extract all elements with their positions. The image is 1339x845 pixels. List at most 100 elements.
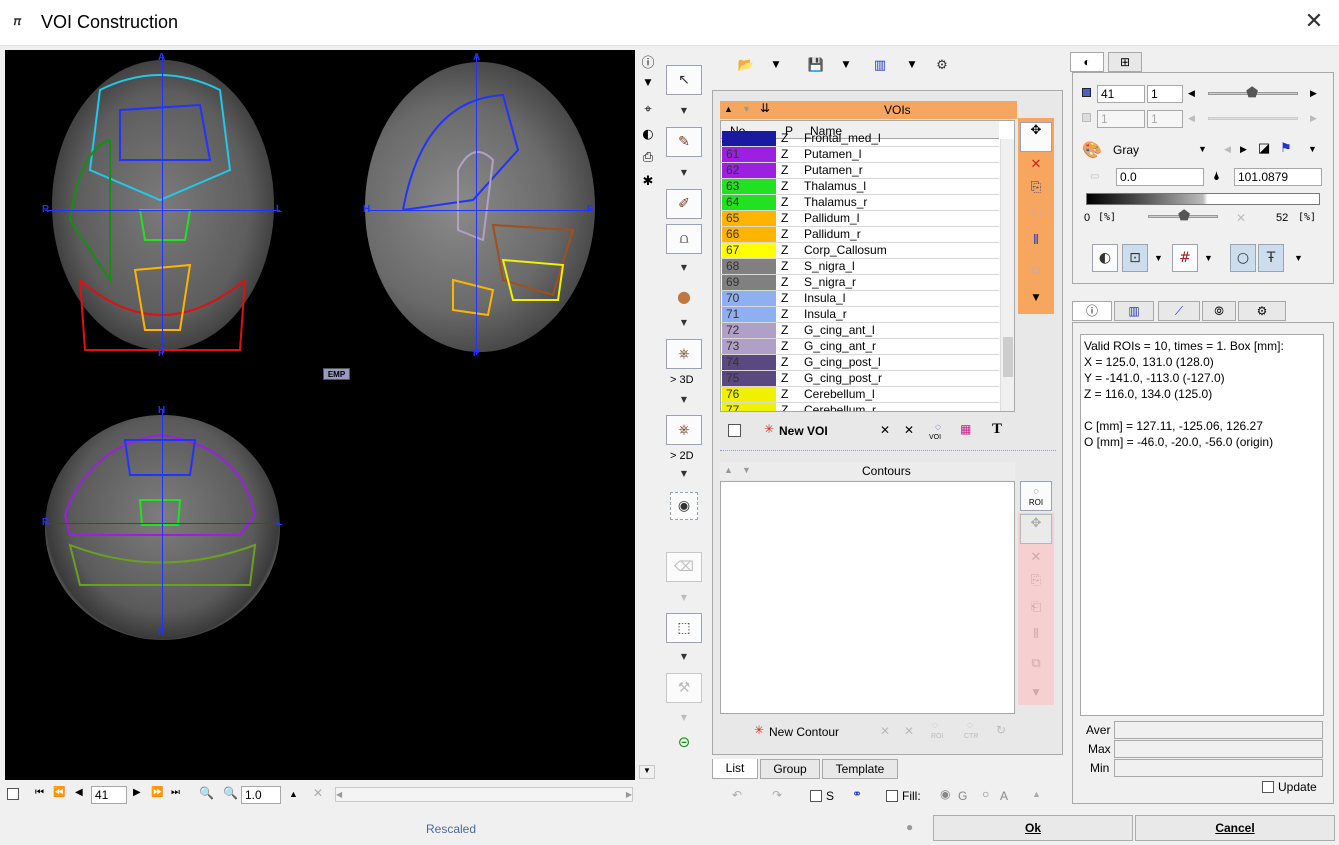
time-right-arrow[interactable]: ▶ xyxy=(1310,113,1317,124)
time-value-input[interactable]: 1 xyxy=(1097,110,1145,128)
morph-tool-button[interactable]: ⚒ xyxy=(666,673,702,703)
voi-name-cell[interactable]: G_cing_post_r xyxy=(804,371,882,386)
contour-stack-icon[interactable]: ⧉ xyxy=(1028,656,1044,671)
voi-table-row[interactable]: Z Frontal_med_l xyxy=(721,131,999,147)
voi-table-row[interactable]: 64 Z Thalamus_r xyxy=(721,195,999,211)
pct-reset-icon[interactable]: ✕ xyxy=(1236,211,1246,225)
contour-roi-button[interactable]: ◌ ROI xyxy=(1020,481,1052,511)
voi-name-cell[interactable]: Frontal_med_l xyxy=(804,131,881,146)
ok-button[interactable]: Ok xyxy=(933,815,1133,841)
settings-icon[interactable]: ✱ xyxy=(640,174,656,189)
voi-text-icon[interactable]: T xyxy=(992,421,1002,438)
voi-table-row[interactable]: 75 Z G_cing_post_r xyxy=(721,371,999,387)
sphere-tool-dropdown[interactable]: ▼ xyxy=(679,319,689,327)
voi-table-row[interactable]: 74 Z G_cing_post_l xyxy=(721,355,999,371)
save-dropdown-icon[interactable]: ▼ xyxy=(840,60,852,70)
redo-icon[interactable]: ↷ xyxy=(772,788,782,802)
box-tool-dropdown[interactable]: ▼ xyxy=(679,653,689,661)
voi-name-cell[interactable]: Pallidum_l xyxy=(804,211,859,226)
image-viewer[interactable]: A P R L A P H F EMP H F R L xyxy=(5,50,635,780)
tools-gear-icon[interactable]: ⚙ xyxy=(930,58,954,73)
voi-sort-up-icon[interactable]: ▲ xyxy=(724,104,733,114)
contour-more-dropdown-icon[interactable]: ▼ xyxy=(1030,688,1042,698)
voi-table-row[interactable]: 76 Z Cerebellum_l xyxy=(721,387,999,403)
tab-settings[interactable]: ⚙ xyxy=(1238,301,1286,321)
tab-profile[interactable]: ⟋ xyxy=(1158,301,1200,321)
contour-copy-icon[interactable]: ⎘ xyxy=(1028,573,1044,588)
print-icon[interactable]: ⎙ xyxy=(640,150,656,165)
voi-table-row[interactable]: 69 Z S_nigra_r xyxy=(721,275,999,291)
morph-tool-dropdown[interactable]: ▼ xyxy=(679,714,689,722)
voi-sort-order-icon[interactable]: ⇊ xyxy=(760,101,770,115)
pct-slider-thumb[interactable]: ⬟ xyxy=(1178,207,1190,224)
prev-slice-icon[interactable]: ◀ xyxy=(75,787,83,798)
text-display-dropdown[interactable]: ▼ xyxy=(1294,253,1303,263)
voi-name-cell[interactable]: Insula_l xyxy=(804,291,845,306)
voi-table-row[interactable]: 65 Z Pallidum_l xyxy=(721,211,999,227)
voi-table-row[interactable]: 62 Z Putamen_r xyxy=(721,163,999,179)
contour-remove-all-icon[interactable]: ✕ xyxy=(904,724,914,738)
tab-marker[interactable]: ⦾ xyxy=(1202,301,1236,321)
wand-tool-dropdown[interactable]: ▼ xyxy=(679,169,689,177)
zoom-in-icon[interactable]: 🔍 xyxy=(199,786,214,800)
slice-input[interactable]: 41 xyxy=(91,786,127,804)
contour-ctr-icon[interactable]: ◌ xyxy=(967,720,973,731)
tab-image-contrast[interactable]: ◐ xyxy=(1070,52,1104,72)
colormap-invert-icon[interactable]: ◪ xyxy=(1258,140,1270,156)
max-value-input[interactable]: 101.0879 xyxy=(1234,168,1322,186)
voi-display-dropdown[interactable]: ▼ xyxy=(1154,253,1163,263)
contour-remove-icon[interactable]: ✕ xyxy=(880,724,890,738)
voi-table-row[interactable]: 71 Z Insula_r xyxy=(721,307,999,323)
voi-name-cell[interactable]: S_nigra_l xyxy=(804,259,855,274)
tab-info[interactable]: ⓘ xyxy=(1072,301,1112,321)
sphere-tool-icon[interactable]: ● xyxy=(674,287,694,306)
voi-table-row[interactable]: 73 Z G_cing_ant_r xyxy=(721,339,999,355)
text-display-button[interactable]: Ŧ xyxy=(1258,244,1284,272)
grid-display-button[interactable]: # xyxy=(1172,244,1198,272)
pen-tool-button[interactable]: ✐ xyxy=(666,189,702,219)
colormap-dropdown-icon[interactable]: ▼ xyxy=(1198,144,1207,154)
voi-action-move-button[interactable]: ✥ xyxy=(1020,122,1052,152)
wand-tool-button[interactable]: ✎ xyxy=(666,127,702,157)
voi-table-row[interactable]: 63 Z Thalamus_l xyxy=(721,179,999,195)
tab-list[interactable]: List xyxy=(712,759,758,779)
cursor-settings-icon[interactable]: ⌖ xyxy=(640,102,656,117)
contour-delete-icon[interactable]: ✕ xyxy=(1028,550,1044,565)
voi-scroll-thumb[interactable] xyxy=(1003,337,1013,377)
to2d-button[interactable]: ⎈ xyxy=(666,415,702,445)
to3d-button[interactable]: ⎈ xyxy=(666,339,702,369)
zoom-input[interactable]: 1.0 xyxy=(241,786,281,804)
voi-delete-icon[interactable]: ✕ xyxy=(1028,157,1044,172)
colormap-next-icon[interactable]: ▶ xyxy=(1240,144,1247,155)
threshold-display-button[interactable]: ◐ xyxy=(1092,244,1118,272)
to3d-dropdown[interactable]: ▼ xyxy=(679,396,689,404)
voi-name-cell[interactable]: Cerebellum_r xyxy=(804,403,876,411)
colorbar[interactable] xyxy=(1086,193,1320,205)
voi-name-cell[interactable]: Thalamus_r xyxy=(804,195,867,210)
contrast-icon[interactable]: ◐ xyxy=(640,127,656,142)
axial-view[interactable]: A P R L xyxy=(40,50,285,362)
new-contour-button[interactable]: New Contour xyxy=(769,725,839,739)
open-folder-icon[interactable]: 📂 xyxy=(736,58,756,73)
viewer-scrollbar[interactable]: ▼ xyxy=(639,765,655,779)
to2d-dropdown[interactable]: ▼ xyxy=(679,470,689,478)
slice-scrollbar[interactable]: ◀ ▶ xyxy=(335,787,633,802)
voi-table-row[interactable]: 66 Z Pallidum_r xyxy=(721,227,999,243)
fill-checkbox[interactable] xyxy=(886,790,898,802)
statistics-dropdown-icon[interactable]: ▼ xyxy=(906,60,918,70)
voi-color-icon[interactable]: ▦ xyxy=(960,422,971,436)
colormap-prev-icon[interactable]: ◀ xyxy=(1224,144,1231,155)
contour-sort-up-icon[interactable]: ▲ xyxy=(724,465,733,475)
contours-list[interactable] xyxy=(720,481,1015,714)
link-icon[interactable]: ⚭ xyxy=(852,787,862,801)
undo-icon[interactable]: ↶ xyxy=(732,788,742,802)
voi-remove-all-icon[interactable]: ✕ xyxy=(904,423,914,437)
circle-display-button[interactable]: ○ xyxy=(1230,244,1256,272)
dropdown-arrow-icon[interactable]: ▼ xyxy=(640,78,656,88)
collapse-down-icon[interactable]: ⊝ xyxy=(675,733,693,751)
voi-name-cell[interactable]: Putamen_r xyxy=(804,163,863,178)
voi-mirror-icon[interactable]: ⫴ xyxy=(1028,233,1044,248)
panel-splitter[interactable] xyxy=(720,450,1056,454)
zoom-up-icon[interactable]: ▲ xyxy=(289,789,298,799)
contour-roi-small-icon[interactable]: ◌ xyxy=(932,720,938,731)
